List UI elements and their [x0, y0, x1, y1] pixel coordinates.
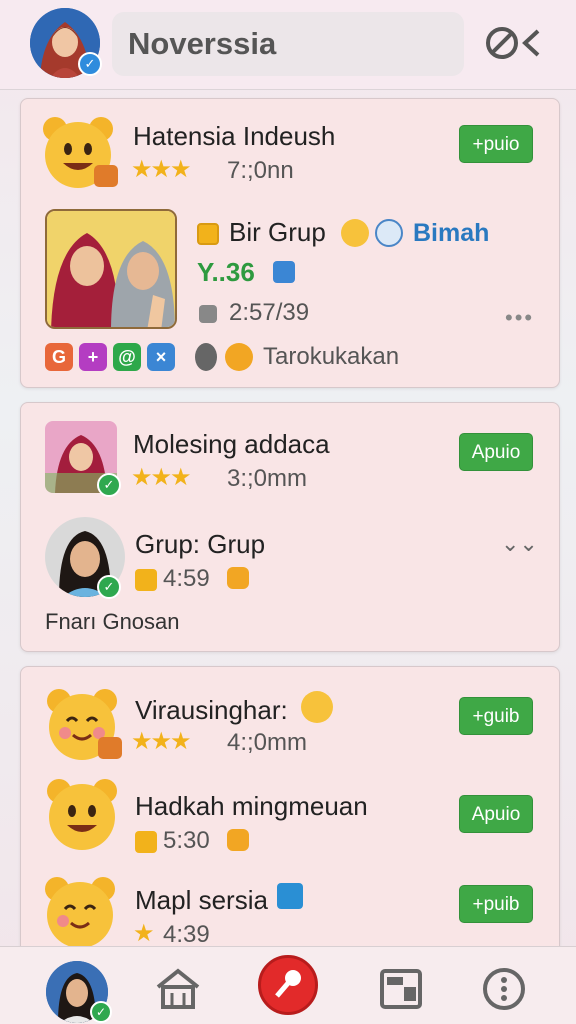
bottom-navigation: ✓ [0, 946, 576, 1024]
mute-back-icon[interactable] [484, 20, 546, 66]
group-price: Y..36 [197, 257, 255, 287]
sub-title: Grup: Grup [135, 529, 266, 559]
feed-card[interactable]: Virausinghar: ★★★ 4:;0mm +guib Hadkah mi… [20, 666, 560, 946]
group-time: 2:57/39 [229, 299, 310, 326]
feed-card[interactable]: Hatensia Indeush ★★★ 7:;0nn +puio Bir Gr… [20, 98, 560, 388]
bear-emoji-icon [43, 775, 125, 853]
home-icon[interactable] [150, 961, 206, 1017]
star-rating: ★ [133, 920, 154, 946]
app-g-icon[interactable]: G [45, 343, 73, 371]
share-icon[interactable] [273, 261, 295, 283]
smile-emoji-icon [301, 691, 333, 723]
row-title: Hadkah mingmeuan [135, 791, 368, 821]
share-icon[interactable] [277, 883, 303, 909]
pencil-icon [135, 831, 157, 853]
app-header: ✓ Noverssia [0, 0, 576, 90]
group-mention[interactable]: Bimah [413, 219, 489, 248]
card-title: Hatensia Indeush [133, 121, 336, 151]
row-time: 4:39 [163, 921, 210, 946]
bear-emoji-icon [39, 113, 121, 191]
footer-text: Fnarı Gnosan [45, 609, 180, 634]
row-time: 5:30 [163, 827, 210, 854]
join-button[interactable]: +puib [459, 885, 533, 923]
join-button[interactable]: +puio [459, 125, 533, 163]
badge-icon [227, 567, 249, 589]
record-mic-icon[interactable] [258, 955, 318, 1015]
pencil-icon [135, 569, 157, 591]
wink-emoji-icon [225, 343, 253, 371]
join-button[interactable]: +guib [459, 697, 533, 735]
sub-time: 4:59 [163, 565, 210, 592]
group-photo[interactable] [45, 209, 177, 329]
app-close-icon[interactable]: × [147, 343, 175, 371]
verified-badge-icon: ✓ [90, 1001, 112, 1023]
star-rating: ★★★ [131, 464, 192, 491]
row-title: Virausinghar: [135, 695, 288, 725]
app-whatsapp-icon[interactable]: @ [113, 343, 141, 371]
bear-emoji-icon [43, 685, 125, 763]
feed-card[interactable]: ✓ Molesing addaca ★★★ 3:;0mm Apuio ✓ Gru… [20, 402, 560, 652]
smile-emoji-icon [341, 219, 369, 247]
star-rating: ★★★ [131, 728, 192, 755]
app-plus-icon[interactable]: + [79, 343, 107, 371]
bear-emoji-icon [41, 873, 123, 946]
pin-tag-icon [197, 223, 219, 245]
star-rating: ★★★ [131, 156, 192, 183]
gallery-icon[interactable] [374, 961, 430, 1017]
feed-list[interactable]: Hatensia Indeush ★★★ 7:;0nn +puio Bir Gr… [0, 90, 576, 946]
reaction-text: Tarokukakan [263, 343, 400, 370]
row-title: Mapl sersia [135, 885, 268, 915]
verified-badge-icon: ✓ [78, 52, 102, 76]
expand-chevron-icon[interactable]: ⌄⌄ [501, 531, 538, 557]
card-title: Molesing addaca [133, 429, 330, 459]
badge-icon [227, 829, 249, 851]
group-title: Bir Grup [229, 217, 326, 247]
search-input[interactable]: Noverssia [112, 12, 464, 76]
row-time: 4:;0mm [227, 729, 308, 756]
card-time: 3:;0mm [227, 465, 308, 492]
more-options-icon[interactable]: ••• [505, 305, 534, 331]
card-time: 7:;0nn [227, 157, 294, 184]
more-menu-icon[interactable] [480, 961, 536, 1017]
location-pin-icon [195, 343, 217, 371]
join-button[interactable]: Apuio [459, 433, 533, 471]
verified-badge-icon: ✓ [97, 473, 121, 497]
robot-emoji-icon [375, 219, 403, 247]
join-button[interactable]: Apuio [459, 795, 533, 833]
calendar-icon [199, 305, 217, 323]
verified-badge-icon: ✓ [97, 575, 121, 599]
